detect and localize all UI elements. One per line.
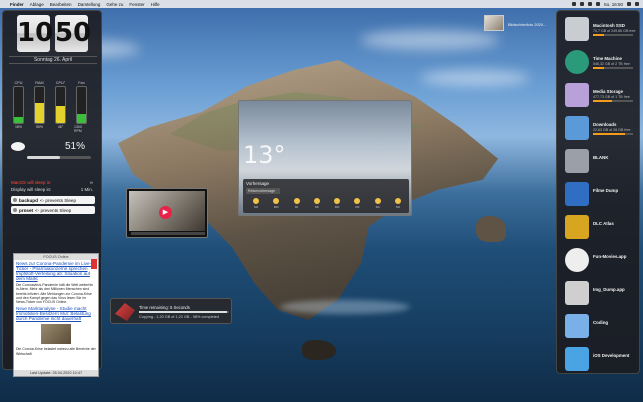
image-dump-icon: [565, 281, 589, 305]
media-storage-icon: [565, 83, 589, 107]
play-icon[interactable]: ▶: [159, 206, 172, 219]
forecast-day: SO: [391, 197, 405, 209]
copy-time-remaining: Time remaining: 5 Seconds: [139, 305, 190, 310]
time-machine-icon: [565, 50, 589, 74]
folder-dlc-atlas[interactable]: DLC Atlas: [561, 213, 639, 243]
news-link-1[interactable]: News zur Corona-Pandemie im Live-Ticker …: [14, 260, 98, 282]
right-drives-panel: Macintosh SSD 70,7 GB of 249,66 GB free …: [556, 10, 640, 374]
sun-icon: [273, 198, 280, 204]
weather-temperature: 13°: [243, 141, 286, 169]
video-player-widget[interactable]: ▶: [126, 188, 208, 238]
clock-minute: 50: [55, 15, 91, 52]
news-text-2: Die Corona-Krise belastet nahezu alle Be…: [16, 347, 96, 356]
sun-icon: [394, 198, 401, 204]
news-image: [41, 324, 71, 345]
left-widget-panel: 10 50 Sonntag 26. April CPU 18% RAM 55% …: [2, 10, 102, 377]
clapperboard-icon: [565, 248, 589, 272]
copy-progress-widget: Time remaining: 5 Seconds Copying - 1,20…: [110, 298, 232, 324]
forecast-days: SO MO DI MI DO FR SA SO: [249, 197, 405, 209]
meter-ram: RAM 55%: [34, 81, 45, 129]
forecast-day: SO: [249, 197, 263, 209]
volume-icon[interactable]: [595, 2, 600, 6]
puzzle-icon: [565, 314, 589, 338]
menu-item-ablage[interactable]: Ablage: [30, 2, 44, 7]
sun-icon: [354, 198, 361, 204]
menu-clock[interactable]: So. 16:50: [604, 2, 623, 7]
folder-icon: [565, 347, 589, 371]
drive-downloads[interactable]: Downloads 22,63 GB of 28 GB free: [561, 114, 639, 144]
dlc-atlas-icon: [565, 215, 589, 239]
meter-fan: Fan 1300 RPM: [74, 81, 89, 133]
forecast-day: DI: [290, 197, 304, 209]
display-sleep-value: 1 Min.: [80, 187, 93, 192]
menu-item-bearbeiten[interactable]: Bearbeiten: [50, 2, 72, 7]
weather-forecast: Vorhersage Reisevorhersage SO MO DI MI D…: [243, 179, 409, 213]
mouse-battery-icon: [11, 142, 25, 151]
hard-drive-icon: [565, 17, 589, 41]
drive-media-storage[interactable]: Media Storage 477,73 GB of 1 TB free: [561, 81, 639, 111]
news-link-2[interactable]: Neue Marktanalyse - Studie macht Immobil…: [14, 305, 98, 322]
battery-level-bar: [27, 156, 91, 159]
sun-icon: [253, 198, 259, 204]
news-widget: FOCUS Online News zur Corona-Pandemie im…: [13, 253, 99, 377]
status-icon[interactable]: [571, 2, 576, 6]
search-icon[interactable]: [627, 2, 631, 6]
forecast-day: DO: [330, 197, 344, 209]
macos-sleep-value: ∞: [89, 180, 93, 185]
desktop-screenshot-file-icon[interactable]: [484, 15, 504, 31]
news-last-update: Last Update: 26.04.2020 10:47: [14, 370, 98, 376]
meter-cpu: CPU 18%: [13, 81, 24, 129]
process-icon: [13, 198, 17, 202]
app-img-dump[interactable]: Img_Dump.app: [561, 279, 639, 309]
meter-cpu-temp: CPU° 46°: [55, 81, 66, 129]
video-progress-bar[interactable]: [131, 232, 205, 235]
wifi-icon[interactable]: [579, 2, 584, 6]
forecast-day: SA: [371, 197, 385, 209]
drive-time-machine[interactable]: Time Machine 546,32 GB of 2 TB free: [561, 48, 639, 78]
external-drive-icon: [565, 149, 589, 173]
weather-widget: 13° Vorhersage Reisevorhersage SO MO DI …: [238, 100, 412, 216]
folder-filme-dump[interactable]: Filme Dump: [561, 180, 639, 210]
sun-icon: [374, 198, 381, 204]
process-icon: [13, 208, 17, 212]
drive-blank[interactable]: BLANK: [561, 147, 639, 177]
menu-bar: Finder Ablage Bearbeiten Darstellung Geh…: [0, 0, 643, 8]
prevent-sleep-prnset[interactable]: prnset <- prevents Sleep: [11, 206, 95, 214]
menu-item-hilfe[interactable]: Hilfe: [151, 2, 160, 7]
copy-progress-bar: [139, 311, 229, 313]
status-area: So. 16:50: [571, 2, 639, 7]
menu-app-name[interactable]: Finder: [10, 2, 24, 7]
forecast-day: FR: [350, 197, 364, 209]
prevent-sleep-backupd[interactable]: backupd <- prevents Sleep: [11, 196, 95, 204]
system-meters: CPU 18% RAM 55% CPU° 46° Fan 1300 RPM: [11, 81, 95, 133]
forecast-title: Vorhersage: [246, 181, 270, 186]
drive-icon: [115, 303, 135, 321]
menu-item-fenster[interactable]: Fenster: [129, 2, 144, 7]
battery-status-icon[interactable]: [587, 2, 592, 6]
forecast-day: MI: [310, 197, 324, 209]
menu-item-gehe-zu[interactable]: Gehe zu: [106, 2, 123, 7]
downloads-drive-icon: [565, 116, 589, 140]
copy-detail: Copying - 1,20 GB of 1,22 GB - 98% compl…: [139, 315, 219, 319]
folder-coding[interactable]: Coding: [561, 312, 639, 342]
notification-icon[interactable]: [635, 2, 639, 6]
news-text-1: Die Coronavirus-Pandemie hält die Welt w…: [16, 283, 94, 305]
folder-ios-development[interactable]: iOS Development: [561, 345, 639, 375]
drive-macintosh-ssd[interactable]: Macintosh SSD 70,7 GB of 249,66 GB free: [561, 15, 639, 45]
sun-icon: [313, 198, 320, 204]
clock-hour: 10: [17, 15, 53, 52]
display-sleep-label: Display will sleep in:: [11, 187, 52, 192]
menu-item-darstellung[interactable]: Darstellung: [78, 2, 101, 7]
sun-icon: [334, 198, 341, 204]
forecast-day: MO: [269, 197, 283, 209]
filme-dump-icon: [565, 182, 589, 206]
forecast-selector[interactable]: Reisevorhersage: [246, 188, 280, 194]
app-fun-movies[interactable]: Fun-Movies.app: [561, 246, 639, 276]
desktop-screenshot-file-label[interactable]: Bildschirmfoto 2020...: [508, 22, 546, 27]
sun-icon: [293, 198, 300, 204]
clock-date: Sonntag 26. April: [9, 56, 97, 64]
battery-percent: 51%: [65, 141, 86, 152]
news-scroll-marker[interactable]: [91, 259, 97, 269]
macos-sleep-label: MacOS will sleep in:: [11, 180, 52, 185]
